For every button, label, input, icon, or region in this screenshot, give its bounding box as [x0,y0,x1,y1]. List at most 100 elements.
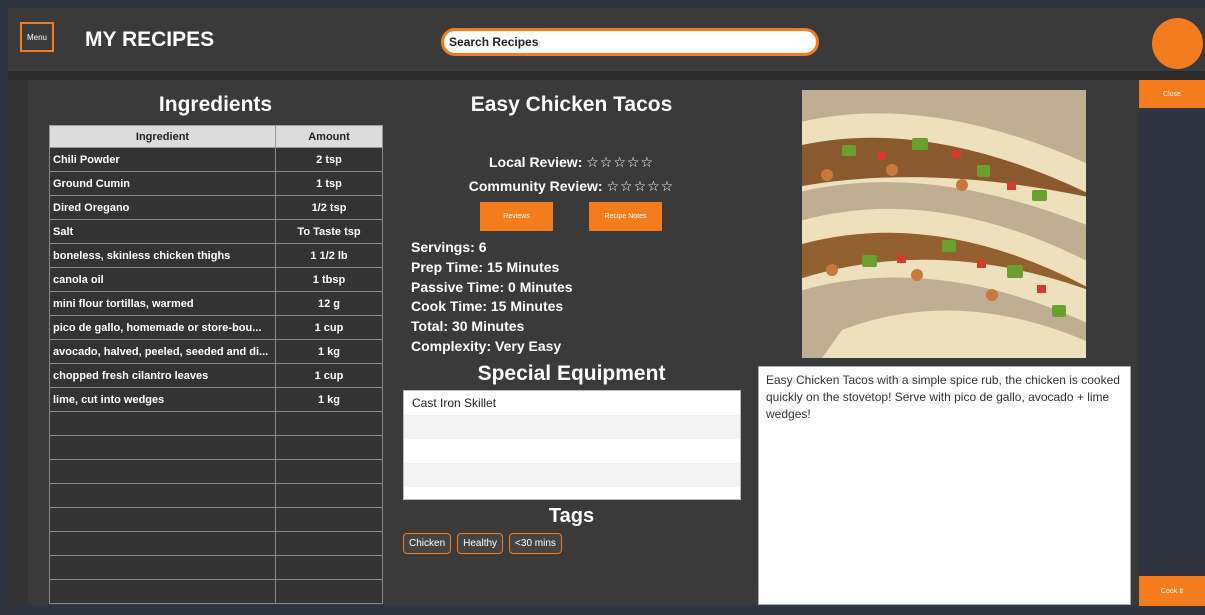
local-review-label: Local Review: [488,154,583,170]
cook-time: Cook Time: 15 Minutes [411,298,564,315]
table-row[interactable] [49,579,383,604]
ingredient-amount-cell[interactable] [275,579,383,604]
ingredient-name-cell[interactable] [49,507,276,532]
header-divider [8,71,1205,80]
ingredient-amount-cell[interactable]: 1/2 tsp [275,195,383,220]
local-review: Local Review: ☆☆☆☆☆ [403,154,740,171]
ingredient-amount-cell[interactable]: 1 kg [275,339,383,364]
ingredient-name-cell[interactable]: Ground Cumin [49,171,276,196]
ingredient-name-cell[interactable]: chopped fresh cilantro leaves [49,363,276,388]
ingredient-name-cell[interactable]: lime, cut into wedges [49,387,276,412]
ingredient-name-cell[interactable]: Salt [49,219,276,244]
top-bar: Menu MY RECIPES Search Recipes [8,8,1205,71]
recipe-description[interactable]: Easy Chicken Tacos with a simple spice r… [758,366,1131,605]
table-row[interactable]: canola oil 1 tbsp [49,267,383,292]
left-gutter [8,80,28,605]
total-time: Total: 30 Minutes [411,318,525,335]
ingredient-amount-cell[interactable] [275,483,383,508]
tag-list: Chicken Healthy <30 mins [403,533,562,554]
ingredient-name-cell[interactable] [49,555,276,580]
list-item[interactable] [404,415,740,439]
tacos-image [802,90,1086,358]
complexity: Complexity: Very Easy [411,337,562,354]
table-row[interactable] [49,507,383,532]
tag-chip[interactable]: Healthy [457,533,504,554]
community-review-stars: ☆☆☆☆☆ [606,178,675,194]
ingredient-name-cell[interactable]: mini flour tortillas, warmed [49,291,276,316]
table-row[interactable] [49,459,383,484]
prep-time: Prep Time: 15 Minutes [411,258,560,275]
ingredients-table: Ingredient Amount Chili Powder 2 tsp Groun… [49,125,383,604]
community-review: Community Review: ☆☆☆☆☆ [403,178,740,195]
ingredient-name-cell[interactable] [49,531,276,556]
avatar[interactable] [1152,18,1203,69]
ingredient-name-cell[interactable]: boneless, skinless chicken thighs [49,243,276,268]
table-row[interactable] [49,531,383,556]
special-equipment-heading: Special Equipment [477,362,666,385]
column-header-ingredient[interactable]: Ingredient [49,125,276,148]
list-item[interactable] [404,463,740,487]
table-row[interactable]: boneless, skinless chicken thighs 1 1/2 l… [49,243,383,268]
ingredient-amount-cell[interactable] [275,435,383,460]
ingredient-amount-cell[interactable]: 2 tsp [275,147,383,172]
table-row[interactable]: pico de gallo, homemade or store-bou... 1… [49,315,383,340]
ingredient-name-cell[interactable] [49,579,276,604]
ingredient-amount-cell[interactable]: 1 kg [275,387,383,412]
table-row[interactable]: Salt To Taste tsp [49,219,383,244]
tag-chip[interactable]: Chicken [403,533,452,554]
ingredient-amount-cell[interactable] [275,459,383,484]
table-row[interactable] [49,435,383,460]
recipe-info: Servings: 6 Prep Time: 15 Minutes Passiv… [411,238,573,357]
community-review-label: Community Review: [468,178,603,194]
search-placeholder: Search Recipes [449,35,539,49]
ingredient-name-cell[interactable] [49,411,276,436]
ingredient-name-cell[interactable]: pico de gallo, homemade or store-bou... [49,315,276,340]
ingredient-amount-cell[interactable]: 1 cup [275,315,383,340]
ingredient-amount-cell[interactable] [275,531,383,556]
ingredient-amount-cell[interactable]: 1 1/2 lb [275,243,383,268]
cook-it-button[interactable]: Cook It [1139,576,1205,606]
ingredient-amount-cell[interactable]: To Taste tsp [275,219,383,244]
list-item[interactable]: Cast Iron Skillet [404,391,740,415]
table-row[interactable]: chopped fresh cilantro leaves 1 cup [49,363,383,388]
ingredient-amount-cell[interactable]: 1 tbsp [275,267,383,292]
ingredient-amount-cell[interactable]: 1 cup [275,363,383,388]
equipment-list[interactable]: Cast Iron Skillet [403,390,741,500]
ingredient-name-cell[interactable] [49,435,276,460]
ingredient-name-cell[interactable]: Chili Powder [49,147,276,172]
servings: Servings: 6 [411,239,487,255]
local-review-stars[interactable]: ☆☆☆☆☆ [586,154,654,170]
ingredient-name-cell[interactable]: avocado, halved, peeled, seeded and di..… [49,339,276,364]
table-row[interactable]: Dired Oregano 1/2 tsp [49,195,383,220]
column-header-amount[interactable]: Amount [275,125,383,148]
menu-button[interactable]: Menu [20,22,54,52]
table-row[interactable] [49,411,383,436]
recipe-photo [802,90,1086,358]
ingredient-name-cell[interactable]: Dired Oregano [49,195,276,220]
app-title: MY RECIPES [85,28,215,51]
table-row[interactable]: Chili Powder 2 tsp [49,147,383,172]
ingredient-name-cell[interactable]: canola oil [49,267,276,292]
ingredient-amount-cell[interactable] [275,411,383,436]
recipe-title: Easy Chicken Tacos [470,93,673,116]
search-input[interactable]: Search Recipes [441,28,819,56]
table-row[interactable]: Ground Cumin 1 tsp [49,171,383,196]
ingredients-heading: Ingredients [158,93,273,116]
list-item[interactable] [404,439,740,463]
close-button[interactable]: Close [1139,80,1205,108]
table-row[interactable]: avocado, halved, peeled, seeded and di..… [49,339,383,364]
recipe-notes-button[interactable]: Recipe Notes [589,202,662,231]
tags-heading: Tags [548,505,595,527]
ingredient-amount-cell[interactable]: 12 g [275,291,383,316]
table-row[interactable] [49,483,383,508]
tag-chip[interactable]: <30 mins [509,533,562,554]
table-row[interactable]: mini flour tortillas, warmed 12 g [49,291,383,316]
ingredient-amount-cell[interactable] [275,507,383,532]
ingredient-amount-cell[interactable]: 1 tsp [275,171,383,196]
table-row[interactable]: lime, cut into wedges 1 kg [49,387,383,412]
ingredient-amount-cell[interactable] [275,555,383,580]
table-row[interactable] [49,555,383,580]
reviews-button[interactable]: Reviews [480,202,553,231]
ingredient-name-cell[interactable] [49,459,276,484]
ingredient-name-cell[interactable] [49,483,276,508]
